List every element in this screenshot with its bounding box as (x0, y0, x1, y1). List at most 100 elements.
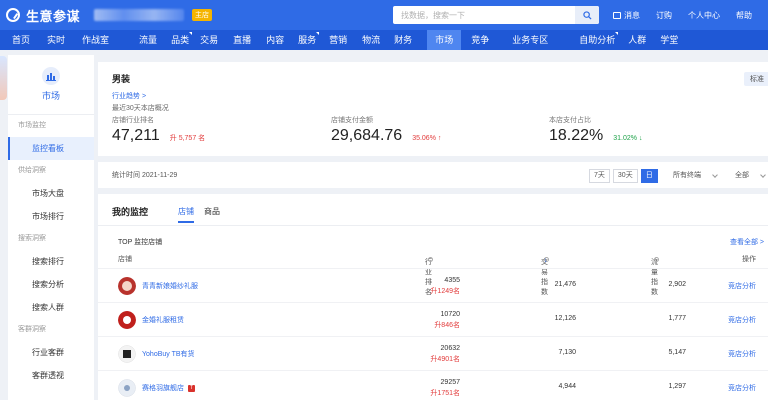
nav-market[interactable]: 市场 (427, 30, 462, 50)
sidebar-item-industry-customers[interactable]: 行业客群 (8, 341, 94, 364)
sidebar-item-market-overview[interactable]: 市场大盘 (8, 182, 94, 205)
nav-marketing[interactable]: 营销 (329, 30, 347, 50)
nav-service-label: 服务 (298, 35, 317, 45)
stat-time: 统计时间 2021-11-29 (112, 172, 178, 179)
nav-category[interactable]: 品类 (171, 30, 193, 50)
top-monitored-shops-label: TOP 监控店铺 (118, 239, 163, 246)
range-7d-button[interactable]: 7天 (589, 169, 610, 183)
nav-logistics[interactable]: 物流 (362, 30, 380, 50)
nav-content[interactable]: 内容 (266, 30, 284, 50)
shop-cell: 金婚礼服租赁 (118, 311, 184, 329)
competitor-analysis-link[interactable]: 竞店分析 (728, 383, 756, 393)
sidebar-item-customer-perspective[interactable]: 客群透视 (8, 364, 94, 387)
nav-self-analysis[interactable]: 自助分析 (579, 30, 619, 50)
nav-live[interactable]: 直播 (233, 30, 251, 50)
sidebar-item-search-analysis[interactable]: 搜索分析 (8, 273, 94, 296)
logo[interactable]: 生意参谋 (6, 6, 80, 25)
nav-business-zone[interactable]: 业务专区 (512, 30, 548, 50)
competitor-analysis-link[interactable]: 竞店分析 (728, 349, 756, 359)
competitor-analysis-link[interactable]: 竞店分析 (728, 281, 756, 291)
metric-label: 店铺支付金额 (331, 117, 373, 124)
nav-home[interactable]: 首页 (12, 30, 30, 50)
table-row: YohoBuy TB有货 20632 升4901名 7,130 5,147 竞店… (98, 336, 768, 370)
table-row: 青青新娘婚纱礼服 4355 升1249名 21,476 2,902 竞店分析 (98, 268, 768, 302)
industry-trend-link[interactable]: 行业趋势 > (112, 91, 146, 101)
metric-industry-rank: 店铺行业排名 47,211 升 5,757 名 (112, 115, 205, 145)
rank-value: 20632 (440, 345, 460, 352)
sidebar: 市场 市场监控 监控看板 供给洞察 市场大盘 市场排行 搜索洞察 搜索排行 搜索… (8, 55, 94, 400)
metric-value: 18.22% (549, 127, 604, 144)
range-day-button[interactable]: 日 (640, 169, 658, 183)
message-icon (613, 11, 621, 19)
terminal-select[interactable]: 所有终端 (673, 169, 718, 183)
flow-index: 1,297 (668, 383, 686, 390)
tab-products[interactable]: 商品 (204, 206, 220, 217)
new-marker-icon (189, 32, 193, 35)
metric-label: 店铺行业排名 (112, 117, 154, 124)
shop-name-link[interactable]: 金婚礼服租赁 (142, 315, 184, 325)
range-selector: 7天 30天 日 (589, 169, 661, 183)
new-marker-icon (316, 32, 320, 35)
nav-realtime[interactable]: 实时 (47, 30, 65, 50)
profile-link[interactable]: 个人中心 (688, 10, 720, 21)
subscribe-link[interactable]: 订购 (656, 10, 672, 21)
shop-name-link[interactable]: 青青新娘婚纱礼服 (142, 281, 198, 291)
search-input[interactable] (393, 6, 575, 24)
metric-delta: 35.06% ↑ (412, 135, 442, 142)
sidebar-item-search-ranking[interactable]: 搜索排行 (8, 250, 94, 273)
search-icon (582, 10, 592, 20)
sidebar-item-search-crowd[interactable]: 搜索人群 (8, 296, 94, 319)
shop-name-blurred (94, 9, 185, 21)
nav-trade[interactable]: 交易 (200, 30, 218, 50)
tab-shops[interactable]: 店铺 (178, 206, 194, 223)
metric-value: 47,211 (112, 127, 160, 144)
scope-select-value: 全部 (735, 172, 749, 179)
nav-traffic[interactable]: 流量 (139, 30, 157, 50)
rank-cell: 29257 升1751名 (430, 377, 460, 399)
shop-name-link[interactable]: YohoBuy TB有货 (142, 349, 195, 359)
view-all-link[interactable]: 查看全部 > (730, 237, 764, 247)
sidebar-group-search-insight: 搜索洞察 (18, 235, 46, 242)
search-box (393, 6, 599, 24)
help-link[interactable]: 帮助 (736, 10, 752, 21)
logo-text: 生意参谋 (26, 8, 81, 24)
sidebar-group-supply-insight: 供给洞察 (18, 167, 46, 174)
shop-avatar (118, 311, 136, 329)
collapsed-side-tab[interactable] (0, 56, 7, 100)
rank-change: 升1249名 (430, 288, 460, 295)
nav-finance[interactable]: 财务 (394, 30, 412, 50)
competitor-analysis-link[interactable]: 竞店分析 (728, 315, 756, 325)
rank-value: 10720 (440, 311, 460, 318)
shop-name-link[interactable]: 赛格羽旗舰店 (142, 383, 184, 393)
nav-service[interactable]: 服务 (298, 30, 320, 50)
standard-tag-button[interactable]: 标准 (744, 72, 768, 86)
rank-value: 4355 (444, 277, 460, 284)
trade-index: 7,130 (558, 349, 576, 356)
sidebar-item-monitor-board[interactable]: 监控看板 (8, 137, 94, 160)
shop-avatar (118, 277, 136, 295)
nav-academy[interactable]: 学堂 (660, 30, 678, 50)
sidebar-item-market-ranking[interactable]: 市场排行 (8, 205, 94, 228)
metric-payment-amount: 店铺支付金额 29,684.76 35.06% ↑ (331, 115, 441, 145)
new-marker-icon (615, 32, 619, 35)
messages-link[interactable]: 消息 (613, 10, 640, 21)
nav-war-room[interactable]: 作战室 (82, 30, 109, 50)
table-header: 店铺 行业排名 交易指数 ↓ 流量指数 操作 (98, 251, 768, 296)
category-title: 男装 (112, 74, 131, 84)
info-icon (428, 257, 433, 262)
range-30d-button[interactable]: 30天 (612, 169, 638, 183)
metric-delta: 31.02% ↓ (613, 135, 643, 142)
logo-icon (6, 8, 20, 22)
shop-cell: 赛格羽旗舰店 T (118, 379, 195, 397)
metric-value: 29,684.76 (331, 127, 403, 144)
metric-label: 本店支付占比 (549, 117, 591, 124)
nav-crowd[interactable]: 人群 (628, 30, 646, 50)
nav-category-label: 品类 (171, 35, 190, 45)
search-button[interactable] (575, 6, 599, 24)
period-text: 最近30天本店概况 (112, 105, 169, 112)
scope-select[interactable]: 全部 (735, 169, 766, 183)
sort-desc-icon[interactable]: ↓ (544, 257, 548, 264)
nav-competition[interactable]: 竞争 (471, 30, 489, 50)
trade-index: 12,126 (554, 315, 576, 322)
chevron-down-icon (712, 172, 718, 178)
